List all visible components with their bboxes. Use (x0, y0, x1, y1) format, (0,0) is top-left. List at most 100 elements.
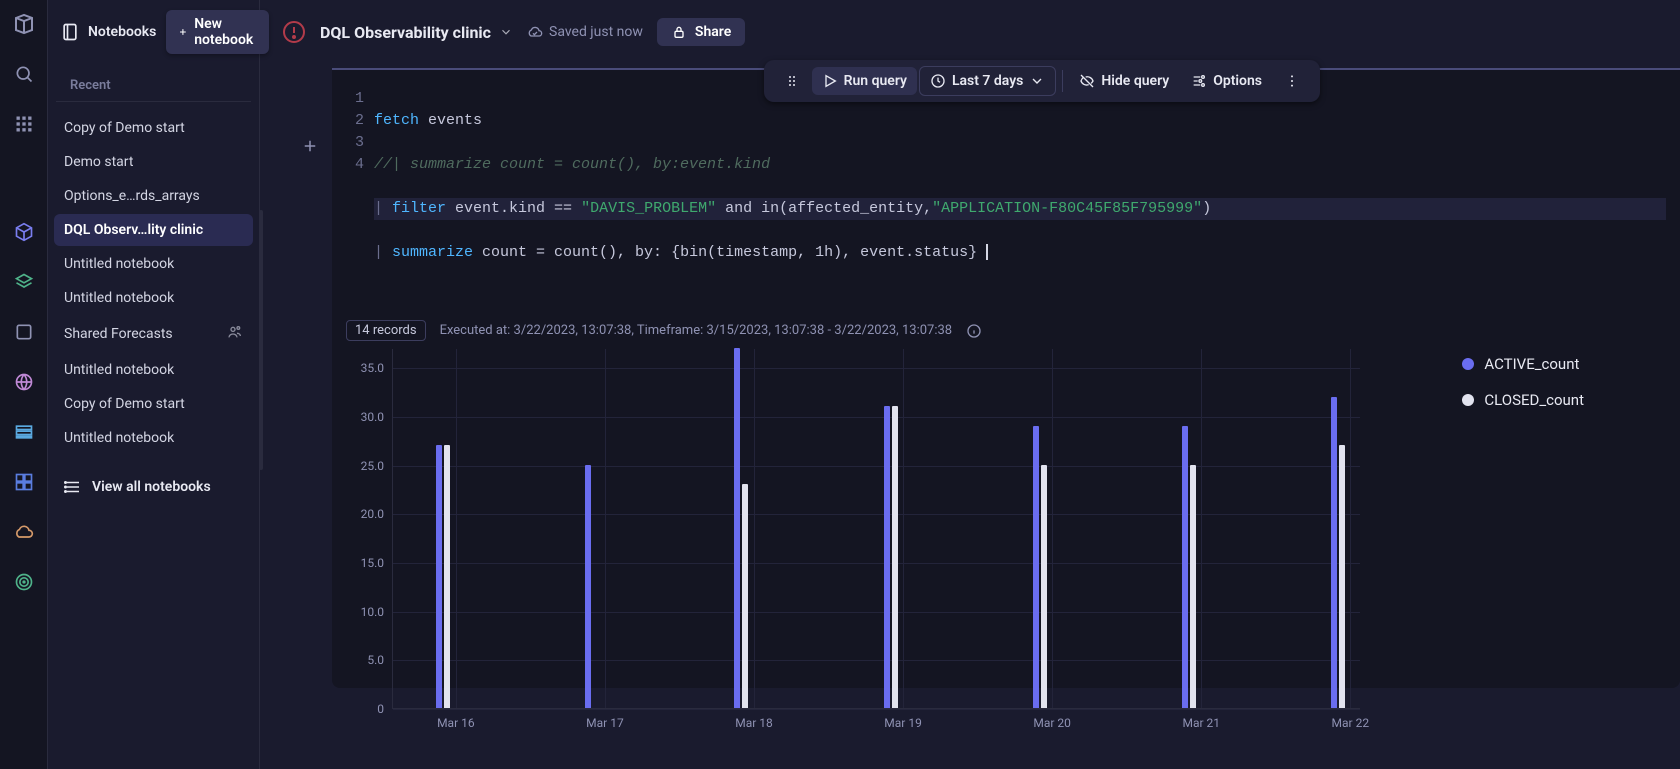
logo-icon[interactable] (8, 8, 40, 40)
bar-group[interactable] (436, 445, 450, 708)
sidebar-item[interactable]: DQL Observ…lity clinic (54, 214, 253, 246)
add-section-button[interactable] (296, 132, 324, 160)
grid-line (393, 417, 1360, 418)
grid-line (605, 349, 606, 708)
hide-query-button[interactable]: Hide query (1069, 67, 1179, 95)
view-all-notebooks-button[interactable]: View all notebooks (54, 470, 253, 504)
chart-area: 05.010.015.020.025.030.035.0 Mar 16Mar 1… (332, 349, 1680, 749)
bar-group[interactable] (1182, 426, 1196, 708)
file-item-label: Untitled notebook (64, 430, 174, 446)
box-icon[interactable] (8, 316, 40, 348)
cloud-icon[interactable] (8, 516, 40, 548)
bar-active[interactable] (585, 465, 591, 708)
code-content[interactable]: fetch events //| summarize count = count… (374, 88, 1666, 308)
grid-line (393, 709, 1360, 710)
bar-group[interactable] (1033, 426, 1047, 708)
legend-closed[interactable]: CLOSED_count (1462, 391, 1584, 409)
sidebar-item[interactable]: Options_e…rds_arrays (54, 180, 253, 212)
bar-group[interactable] (884, 406, 898, 708)
y-tick-label: 35.0 (361, 361, 384, 375)
bar-closed[interactable] (1339, 445, 1345, 708)
legend-dot-icon (1462, 394, 1474, 406)
globe-icon[interactable] (8, 366, 40, 398)
bar-active[interactable] (436, 445, 442, 708)
bar-group[interactable] (1331, 397, 1345, 708)
file-item-label: Untitled notebook (64, 256, 174, 272)
file-item-label: DQL Observ…lity clinic (64, 222, 203, 238)
sidebar-item[interactable]: Untitled notebook (54, 248, 253, 280)
sidebar-item[interactable]: Demo start (54, 146, 253, 178)
x-tick-label: Mar 21 (1182, 716, 1220, 730)
grid-line (393, 466, 1360, 467)
more-menu-button[interactable] (1274, 67, 1310, 95)
bar-closed[interactable] (742, 484, 748, 708)
rows-icon[interactable] (8, 416, 40, 448)
card-toolbar: Run query Last 7 days Hide query Options (764, 60, 1320, 102)
bar-active[interactable] (884, 406, 890, 708)
y-tick-label: 5.0 (367, 653, 384, 667)
grid-line (393, 660, 1360, 661)
bar-closed[interactable] (1041, 465, 1047, 708)
sidebar-item[interactable]: Untitled notebook (54, 422, 253, 454)
layers-icon[interactable] (8, 266, 40, 298)
sidebar: Notebooks New notebook Recent Copy of De… (48, 0, 260, 769)
file-list: Copy of Demo start Demo start Options_e…rd… (48, 102, 259, 464)
info-icon[interactable] (966, 323, 982, 339)
x-tick-label: Mar 16 (437, 716, 475, 730)
file-item-label: Untitled notebook (64, 290, 174, 306)
bar-closed[interactable] (1190, 465, 1196, 708)
view-all-label: View all notebooks (92, 479, 211, 495)
new-notebook-button[interactable]: New notebook (166, 10, 269, 54)
legend-active[interactable]: ACTIVE_count (1462, 355, 1584, 373)
grid-line (393, 563, 1360, 564)
sidebar-item[interactable]: Untitled notebook (54, 282, 253, 314)
grid-line (1350, 349, 1351, 708)
notebook-title: DQL Observability clinic (320, 23, 491, 42)
bar-active[interactable] (1331, 397, 1337, 708)
notebooks-home-link[interactable]: Notebooks (60, 22, 156, 42)
y-tick-label: 0 (377, 702, 384, 716)
sidebar-item[interactable]: Copy of Demo start (54, 112, 253, 144)
options-button[interactable]: Options (1181, 67, 1272, 95)
file-item-label: Options_e…rds_arrays (64, 188, 200, 204)
grid-line (1201, 349, 1202, 708)
timeframe-dropdown[interactable]: Last 7 days (919, 66, 1056, 96)
hide-query-label: Hide query (1101, 73, 1169, 89)
apps-icon[interactable] (8, 108, 40, 140)
records-badge: 14 records (346, 320, 426, 341)
run-query-button[interactable]: Run query (812, 67, 917, 95)
title-bar: DQL Observability clinic Saved just now … (260, 0, 1680, 60)
cube-icon[interactable] (8, 216, 40, 248)
x-tick-label: Mar 18 (735, 716, 773, 730)
bar-closed[interactable] (444, 445, 450, 708)
execution-info-row: 14 records Executed at: 3/22/2023, 13:07… (332, 312, 1680, 349)
bar-active[interactable] (1182, 426, 1188, 708)
saved-indicator: Saved just now (527, 24, 643, 40)
sidebar-item[interactable]: Shared Forecasts (54, 316, 253, 352)
bar-group[interactable] (734, 348, 748, 708)
bar-active[interactable] (734, 348, 740, 708)
y-tick-label: 30.0 (361, 410, 384, 424)
line-gutter: 1 2 3 4 (346, 88, 374, 308)
chevron-down-icon (1029, 73, 1045, 89)
share-button[interactable]: Share (657, 18, 745, 46)
search-icon[interactable] (8, 58, 40, 90)
y-tick-label: 20.0 (361, 507, 384, 521)
chart-plot[interactable]: Mar 16Mar 17Mar 18Mar 19Mar 20Mar 21Mar … (392, 349, 1360, 709)
bar-group[interactable] (585, 465, 599, 708)
bullseye-icon[interactable] (8, 566, 40, 598)
bar-active[interactable] (1033, 426, 1039, 708)
grid-icon[interactable] (8, 466, 40, 498)
file-item-label: Shared Forecasts (64, 326, 173, 342)
sidebar-item[interactable]: Untitled notebook (54, 354, 253, 386)
lock-icon (671, 24, 687, 40)
recent-label: Recent (56, 64, 251, 102)
code-editor[interactable]: 1 2 3 4 fetch events //| summarize count… (332, 78, 1680, 312)
file-item-label: Copy of Demo start (64, 120, 185, 136)
bar-closed[interactable] (892, 406, 898, 708)
notebook-title-dropdown[interactable]: DQL Observability clinic (320, 23, 513, 42)
chart-y-axis: 05.010.015.020.025.030.035.0 (332, 349, 392, 709)
drag-handle-icon[interactable] (774, 67, 810, 95)
shared-icon (227, 324, 243, 344)
sidebar-item[interactable]: Copy of Demo start (54, 388, 253, 420)
